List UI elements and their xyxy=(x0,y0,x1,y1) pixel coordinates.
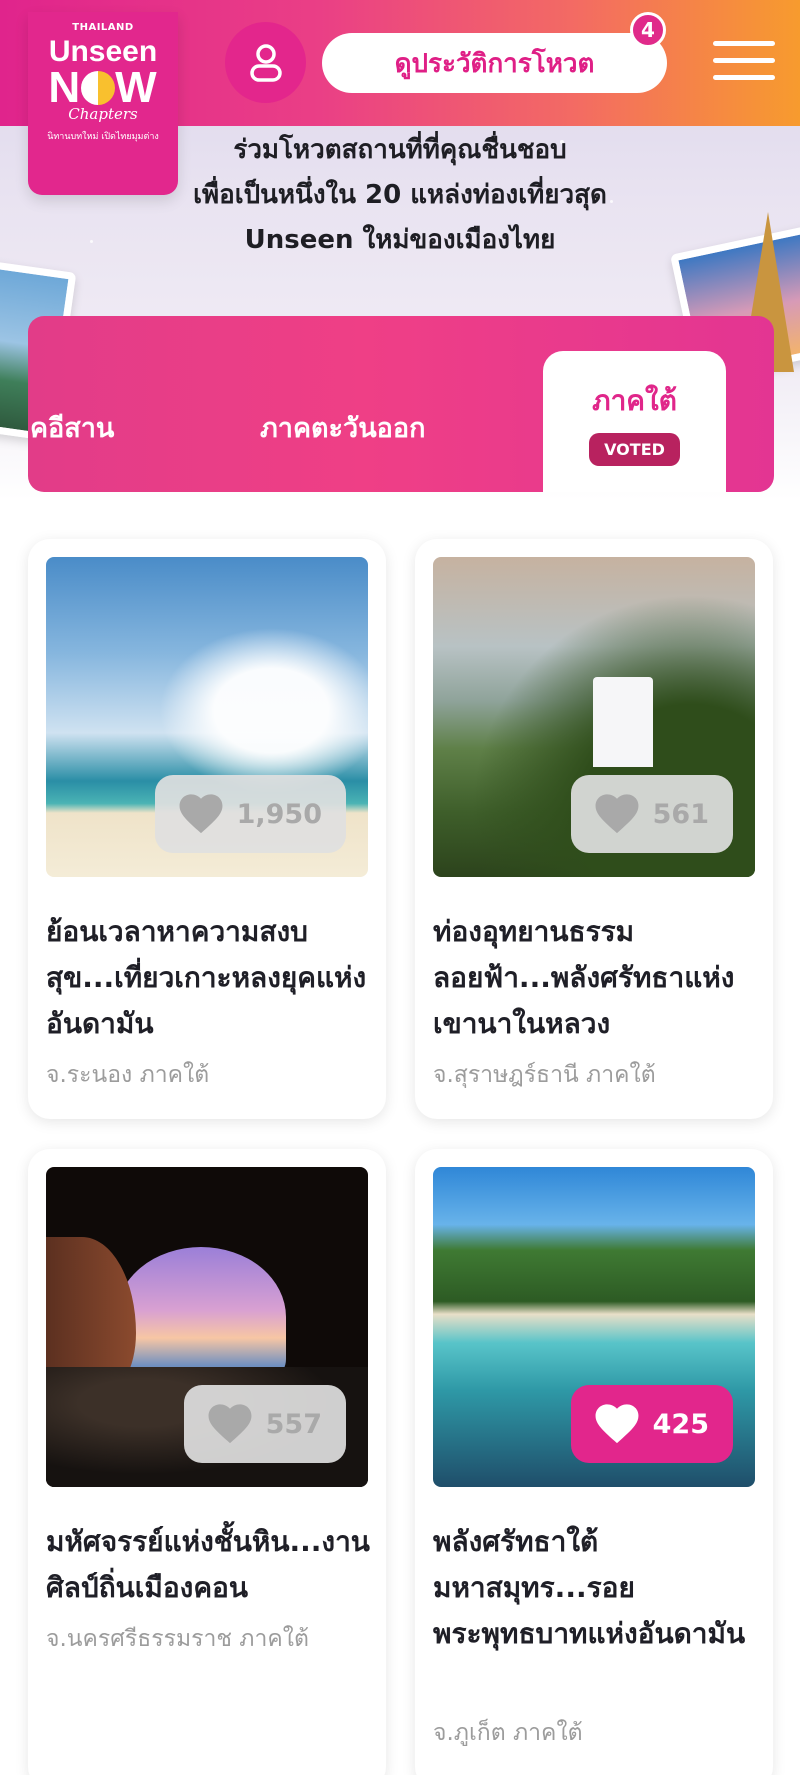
vote-history-button[interactable]: ดูประวัติการโหวต xyxy=(322,33,667,93)
place-image-beach[interactable]: 1,950 xyxy=(46,557,368,877)
hero-heading: ร่วมโหวตสถานที่ที่คุณชื่นชอบ เพื่อเป็นหน… xyxy=(150,128,650,263)
heart-icon xyxy=(208,1404,252,1444)
vote-history-label: ดูประวัติการโหวต xyxy=(394,48,595,79)
place-title[interactable]: พลังศรัทธาใต้มหาสมุทร...รอยพระพุทธบาทแห่… xyxy=(433,1519,758,1657)
hero-line-1: ร่วมโหวตสถานที่ที่คุณชื่นชอบ xyxy=(233,135,567,165)
user-icon xyxy=(249,43,282,82)
logo-amazing-thailand: THAILAND xyxy=(72,22,134,33)
voted-badge: VOTED xyxy=(589,433,680,466)
vote-count-badge: 4 xyxy=(630,12,666,48)
menu-icon-bar xyxy=(713,58,775,63)
tab-south[interactable]: ภาคใต้ VOTED xyxy=(543,351,726,492)
like-count: 425 xyxy=(652,1408,709,1440)
user-profile-button[interactable] xyxy=(225,22,306,103)
place-card[interactable]: 561 ท่องอุทยานธรรมลอยฟ้า...พลังศรัทธาแห่… xyxy=(415,539,773,1119)
hero-line-3: Unseen ใหม่ของเมืองไทย xyxy=(244,225,556,255)
place-title[interactable]: มหัศจรรย์แห่งชั้นหิน...งานศิลป์ถิ่นเมือง… xyxy=(46,1519,371,1611)
place-location: จ.สุราษฎร์ธานี ภาคใต้ xyxy=(433,1062,656,1088)
like-count: 557 xyxy=(265,1408,322,1440)
tab-northeast[interactable]: คอีสาน xyxy=(30,406,114,449)
place-image-temple[interactable]: 561 xyxy=(433,557,755,877)
place-title[interactable]: ท่องอุทยานธรรมลอยฟ้า...พลังศรัทธาแห่งเขา… xyxy=(433,909,758,1047)
place-image-cave[interactable]: 557 xyxy=(46,1167,368,1487)
place-card[interactable]: 425 พลังศรัทธาใต้มหาสมุทร...รอยพระพุทธบา… xyxy=(415,1149,773,1775)
place-title[interactable]: ย้อนเวลาหาความสงบสุข...เที่ยวเกาะหลงยุคแ… xyxy=(46,909,371,1047)
place-location: จ.ระนอง ภาคใต้ xyxy=(46,1062,210,1088)
tab-south-label: ภาคใต้ xyxy=(592,384,677,417)
like-button[interactable]: 557 xyxy=(183,1385,346,1463)
heart-icon xyxy=(595,794,639,834)
tab-east[interactable]: ภาคตะวันออก xyxy=(260,406,425,449)
place-image-sea[interactable]: 425 xyxy=(433,1167,755,1487)
menu-icon-bar xyxy=(713,75,775,80)
logo-new: NW xyxy=(48,63,158,112)
heart-icon xyxy=(179,794,223,834)
like-button[interactable]: 561 xyxy=(570,775,733,853)
menu-icon-bar xyxy=(713,41,775,46)
like-button[interactable]: 1,950 xyxy=(154,775,346,853)
like-count: 1,950 xyxy=(236,798,322,830)
place-card[interactable]: 1,950 ย้อนเวลาหาความสงบสุข...เที่ยวเกาะห… xyxy=(28,539,386,1119)
hero-line-2: เพื่อเป็นหนึ่งใน 20 แหล่งท่องเที่ยวสุด xyxy=(193,180,607,210)
logo-tagline: นิทานบทใหม่ เปิดไทยมุมต่าง xyxy=(47,132,159,142)
like-button-liked[interactable]: 425 xyxy=(570,1385,733,1463)
place-location: จ.นครศรีธรรมราช ภาคใต้ xyxy=(46,1626,309,1652)
place-location: จ.ภูเก็ต ภาคใต้ xyxy=(433,1720,583,1746)
hamburger-menu-button[interactable] xyxy=(713,41,775,85)
place-card[interactable]: 557 มหัศจรรย์แห่งชั้นหิน...งานศิลป์ถิ่นเ… xyxy=(28,1149,386,1775)
unseen-new-chapters-logo[interactable]: THAILAND Unseen NW Chapters นิทานบทใหม่ … xyxy=(28,12,178,195)
logo-sun-icon xyxy=(81,71,116,105)
region-tabs: คอีสาน ภาคตะวันออก ภาคใต้ VOTED xyxy=(28,316,774,492)
heart-icon xyxy=(595,1404,639,1444)
like-count: 561 xyxy=(652,798,709,830)
